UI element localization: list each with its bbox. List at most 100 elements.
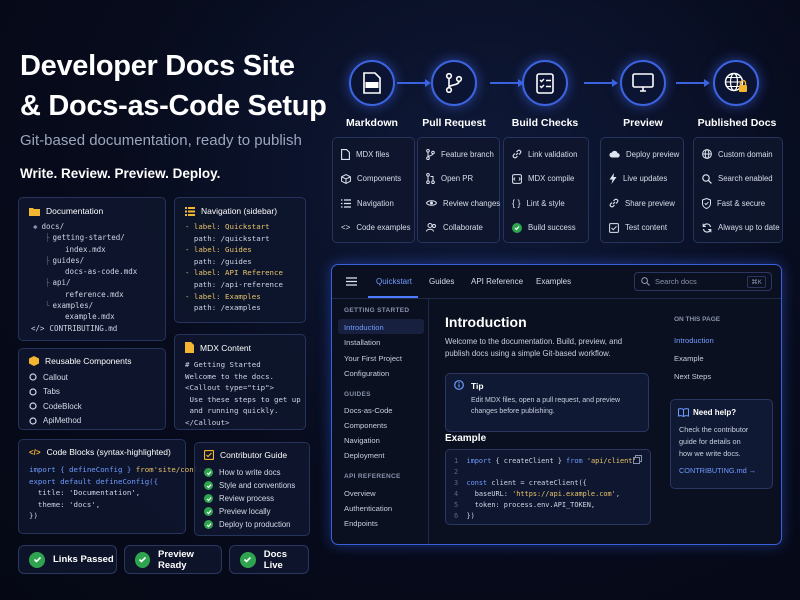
check-icon [204,494,213,503]
sidebar-section-guides: GUIDES [344,391,371,398]
sidebar-section-api-reference: API REFERENCE [344,473,401,480]
step-item: Deploy preview [609,142,679,167]
book-icon [678,408,689,417]
component-item-apimethod: ApiMethod [29,414,155,429]
step-item: Review changes [426,191,500,216]
tree-item: index.mdx [65,244,106,254]
sidebar-item-deployment[interactable]: Deployment [344,451,385,460]
tree-item: example.mdx [65,312,115,322]
tab-quickstart[interactable]: Quickstart [376,277,412,286]
tree-item: ◆ docs/ [33,222,65,231]
tab-guides[interactable]: Guides [429,277,454,286]
intro-text-line2: publish docs using a simple Git-based wo… [445,349,611,358]
info-icon [454,380,464,390]
mdx-file-icon [363,72,381,94]
code-line: export default defineConfig({ [29,476,159,486]
tip-title: Tip [471,381,484,391]
status-pill-docs-live: Docs Live [229,545,309,574]
step-card-pull-request: Feature branch Open PR Review changes Co… [417,137,500,243]
contributor-item: Deploy to production [204,518,300,531]
step-item: Share preview [609,191,675,216]
code-line: 4 baseURL: 'https://api.example.com', [454,490,620,498]
sidebar-item-installation[interactable]: Installation [344,338,380,347]
step-label-build-checks: Build Checks [511,117,579,129]
tree-item: reference.mdx [65,289,124,299]
sidebar-item-endpoints[interactable]: Endpoints [344,519,378,528]
step-item: Navigation [341,191,406,216]
sidebar-item-authentication[interactable]: Authentication [344,504,392,513]
sidebar-item-overview[interactable]: Overview [344,489,376,498]
sidebar-item-introduction[interactable]: Introduction [344,323,384,332]
documentation-card-title: Documentation [46,206,104,216]
list-icon [341,199,351,208]
code-line: }) [29,511,38,521]
document-icon [341,148,350,160]
branch-icon [445,73,463,93]
sidebar-item-components[interactable]: Components [344,421,387,430]
mdx-line: <Callout type="tip"> [185,383,274,393]
mdx-card-title: MDX Content [200,342,252,353]
code-line: 3 const client = createClient({ [454,479,587,487]
step-item: Feature branch [426,142,494,167]
sidebar-item-docs-as-code[interactable]: Docs-as-Code [344,406,393,415]
menu-icon[interactable] [346,277,357,286]
step-card-preview: Deploy preview Live updates Share previe… [600,137,684,243]
code-blocks-card-header: </> Code Blocks (syntax-highlighted) [29,447,175,457]
page-subtitle: Git-based documentation, ready to publis… [20,132,302,149]
contributor-card-header: Contributor Guide [204,450,300,460]
step-card-markdown: MDX files Components Navigation <> Code e… [332,137,415,243]
cloud-icon [609,150,620,158]
sidebar-section-getting-started: GETTING STARTED [344,307,410,314]
mdx-line: Use these steps to get up [185,394,301,404]
toc-item-example[interactable]: Example [674,354,704,363]
step-item: Test content [609,216,675,241]
step-item: Fast & secure [702,191,774,216]
refresh-icon [702,223,712,233]
mdx-card-header: MDX Content [185,342,295,353]
check-icon [204,507,213,516]
code-line: theme: 'docs', [29,499,101,509]
tab-examples[interactable]: Examples [536,277,571,286]
tagline: Write. Review. Preview. Deploy. [20,166,221,181]
search-shortcut: ⌘K [747,276,766,288]
component-dot-icon [29,402,37,410]
mdx-line: # Getting Started [185,360,261,369]
nav-yaml-line: path: /api-reference [185,279,283,289]
check-icon [29,551,45,568]
mdx-line: Welcome to the docs. [185,371,274,381]
step-item: MDX compile [512,167,580,192]
step-preview-circle [620,60,666,106]
toc-item-introduction[interactable]: Introduction [674,336,714,345]
code-line: 2 [454,468,459,476]
nav-yaml-line: - label: API Reference [185,268,283,278]
pull-request-icon [426,173,435,185]
toc-item-next-steps[interactable]: Next Steps [674,372,711,381]
nav-yaml-line: path: /guides [185,256,252,266]
braces-icon: { } [512,198,521,209]
tab-api-reference[interactable]: API Reference [471,277,523,286]
sidebar-item-first-project[interactable]: Your First Project [344,354,402,363]
components-card: Reusable Components Callout Tabs CodeBlo… [18,348,166,430]
tree-item: ├ getting-started/ [45,233,125,243]
contributing-link[interactable]: CONTRIBUTING.md → [679,466,756,475]
check-icon [204,520,213,529]
help-callout: Need help? Check the contributor guide f… [670,399,773,489]
tree-item: ├ guides/ [45,255,85,265]
step-item: Build success [512,216,580,241]
tree-item: └ examples/ [45,301,94,311]
code-icon: <> [341,223,351,233]
contributor-item: How to write docs [204,466,300,479]
navigation-card-header: Navigation (sidebar) [185,206,295,216]
shield-icon [702,197,711,209]
sidebar-item-navigation[interactable]: Navigation [344,436,380,445]
cube-icon [341,173,351,184]
search-placeholder: Search docs [655,277,697,286]
step-item: Always up to date [702,216,780,241]
eye-icon [426,199,437,207]
step-pull-request-circle [431,60,477,106]
sidebar-item-configuration[interactable]: Configuration [344,369,389,378]
search-input[interactable]: Search docs ⌘K [634,272,772,291]
step-label-published-docs: Published Docs [697,117,777,129]
step-build-checks-circle [522,60,568,106]
nav-yaml-line: - label: Examples [185,291,261,301]
